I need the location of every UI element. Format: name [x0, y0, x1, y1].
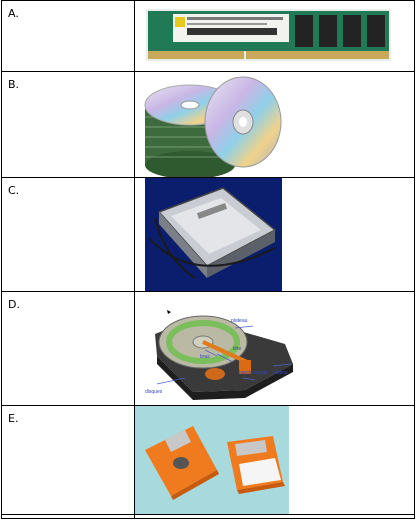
- answer-options-table: A. B. C. D. plateau tête bras platine di…: [1, 0, 415, 519]
- option-row-e: E.: [1, 405, 415, 515]
- diagram-label-bras: bras: [200, 354, 210, 360]
- ram-module-image: [146, 9, 391, 61]
- cd-stack-image: [144, 76, 282, 177]
- option-row-c: C.: [1, 177, 415, 292]
- hard-disk-drive-image: [145, 178, 282, 291]
- option-label-c: C.: [8, 184, 20, 197]
- hard-disk-diagram-image: plateau tête bras platine disques bande …: [145, 310, 293, 400]
- diagram-label-tete: tête: [233, 346, 242, 352]
- floppy-disks-image: [135, 406, 289, 514]
- table-bottom-row: [1, 514, 415, 519]
- option-label-b: B.: [8, 78, 20, 91]
- option-row-b: B.: [1, 71, 415, 178]
- option-label-d: D.: [8, 298, 20, 311]
- option-row-a: A.: [1, 0, 415, 72]
- option-row-d: D. plateau tête bras platine disques ban…: [1, 291, 415, 406]
- diagram-label-plateau: plateau: [231, 318, 248, 324]
- diagram-label-disques: disques: [145, 389, 163, 395]
- option-label-a: A.: [8, 7, 19, 20]
- option-label-e: E.: [8, 412, 19, 425]
- diagram-label-bande-sonde: bande sonde: [239, 370, 268, 376]
- diagram-label-platine: platine: [273, 370, 288, 376]
